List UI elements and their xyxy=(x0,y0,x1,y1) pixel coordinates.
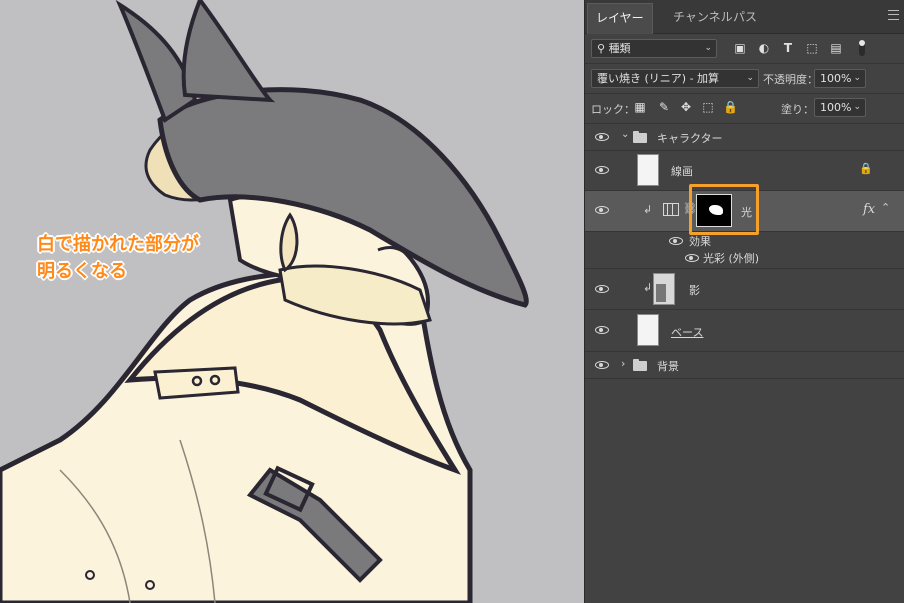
chevron-down-icon: ⌄ xyxy=(704,43,712,53)
chevron-right-icon[interactable]: › xyxy=(621,357,625,370)
layer-name: 線画 xyxy=(671,165,693,178)
lock-artboard-icon[interactable]: ⬚ xyxy=(701,100,715,114)
chevron-down-icon: ⌄ xyxy=(853,73,861,83)
highlight-box xyxy=(689,184,759,235)
tab-paths[interactable]: パス xyxy=(725,3,765,33)
layer-thumbnail xyxy=(637,314,659,346)
toggle-knob xyxy=(859,40,865,46)
visibility-eye-icon[interactable] xyxy=(685,254,699,262)
visibility-eye-icon[interactable] xyxy=(595,206,609,214)
search-icon: ⚲ xyxy=(597,42,609,55)
outer-glow-effect[interactable]: 光彩 (外側) xyxy=(703,250,759,266)
layer-row-shadow[interactable]: ↲ 影 xyxy=(585,269,904,310)
lock-label: ロック： xyxy=(591,103,635,116)
lock-position-icon[interactable]: ✥ xyxy=(679,100,693,114)
lock-paint-icon[interactable]: ✎ xyxy=(657,100,671,114)
panel-tabs: レイヤー チャンネル パス xyxy=(585,0,904,34)
filter-kind-select[interactable]: ⚲ 種類 ⌄ xyxy=(591,39,717,58)
layer-name: 影 xyxy=(689,284,700,297)
filter-kind-value: 種類 xyxy=(608,42,631,55)
layer-name: キャラクター xyxy=(657,132,723,145)
effects-label: 効果 xyxy=(689,235,711,248)
layer-name: ベース xyxy=(671,326,704,339)
layers-panel: レイヤー チャンネル パス ⚲ 種類 ⌄ ▣ ◐ T ⬚ ▤ 覆い焼き (リニア… xyxy=(584,0,904,603)
character-illustration xyxy=(0,0,529,603)
fill-value: 100% xyxy=(820,101,852,114)
fill-label: 塗り： xyxy=(781,103,814,116)
opacity-label: 不透明度： xyxy=(763,73,818,86)
layer-row-base[interactable]: ベース xyxy=(585,310,904,352)
visibility-eye-icon[interactable] xyxy=(595,326,609,334)
filter-toggle[interactable] xyxy=(859,40,865,56)
fill-field[interactable]: 100% ⌄ xyxy=(814,98,866,117)
lock-transparent-icon[interactable]: ▦ xyxy=(633,100,647,114)
layer-row-character-group[interactable]: ⌄ キャラクター xyxy=(585,124,904,151)
visibility-eye-icon[interactable] xyxy=(595,166,609,174)
clipping-mask-icon: ↲ xyxy=(643,203,653,216)
text-filter-icon[interactable]: T xyxy=(781,41,795,55)
opacity-field[interactable]: 100% ⌄ xyxy=(814,69,866,88)
illustration-canvas: 白で描かれた部分が 明るくなる xyxy=(0,0,584,603)
layer-name: 背景 xyxy=(657,360,679,373)
chevron-down-icon: ⌄ xyxy=(853,102,861,112)
visibility-eye-icon[interactable] xyxy=(595,285,609,293)
shape-filter-icon[interactable]: ⬚ xyxy=(805,41,819,55)
clipping-mask-icon: ↲ xyxy=(643,281,653,294)
panel-menu-icon[interactable] xyxy=(888,10,899,20)
folder-icon xyxy=(633,131,647,143)
visibility-eye-icon[interactable] xyxy=(595,133,609,141)
tab-layers[interactable]: レイヤー xyxy=(587,3,653,34)
layer-effects-block: 効果 光彩 (外側) xyxy=(585,232,904,269)
visibility-eye-icon[interactable] xyxy=(669,237,683,245)
chevron-up-icon[interactable]: ⌃ xyxy=(881,201,890,214)
adjustment-filter-icon[interactable]: ◐ xyxy=(757,41,771,55)
caption-line-1: 白で描かれた部分が xyxy=(37,234,199,255)
opacity-value: 100% xyxy=(820,72,852,85)
blend-mode-value: 覆い焼き (リニア) - 加算 xyxy=(597,72,720,85)
layer-effects-fx-icon[interactable]: fx xyxy=(863,202,875,217)
lock-icon: 🔒 xyxy=(859,162,873,175)
visibility-eye-icon[interactable] xyxy=(595,361,609,369)
adjustment-layer-icon xyxy=(663,203,679,216)
image-filter-icon[interactable]: ▣ xyxy=(733,41,747,55)
chevron-down-icon: ⌄ xyxy=(746,73,754,83)
smart-object-filter-icon[interactable]: ▤ xyxy=(829,41,843,55)
layer-thumbnail xyxy=(653,273,675,305)
lock-all-icon[interactable]: 🔒 xyxy=(723,100,738,114)
blend-mode-select[interactable]: 覆い焼き (リニア) - 加算 ⌄ xyxy=(591,69,759,88)
folder-icon xyxy=(633,359,647,371)
layer-thumbnail xyxy=(637,154,659,186)
caption-line-2: 明るくなる xyxy=(37,261,127,282)
chevron-down-icon[interactable]: ⌄ xyxy=(621,129,629,140)
layer-row-background-group[interactable]: › 背景 xyxy=(585,352,904,379)
